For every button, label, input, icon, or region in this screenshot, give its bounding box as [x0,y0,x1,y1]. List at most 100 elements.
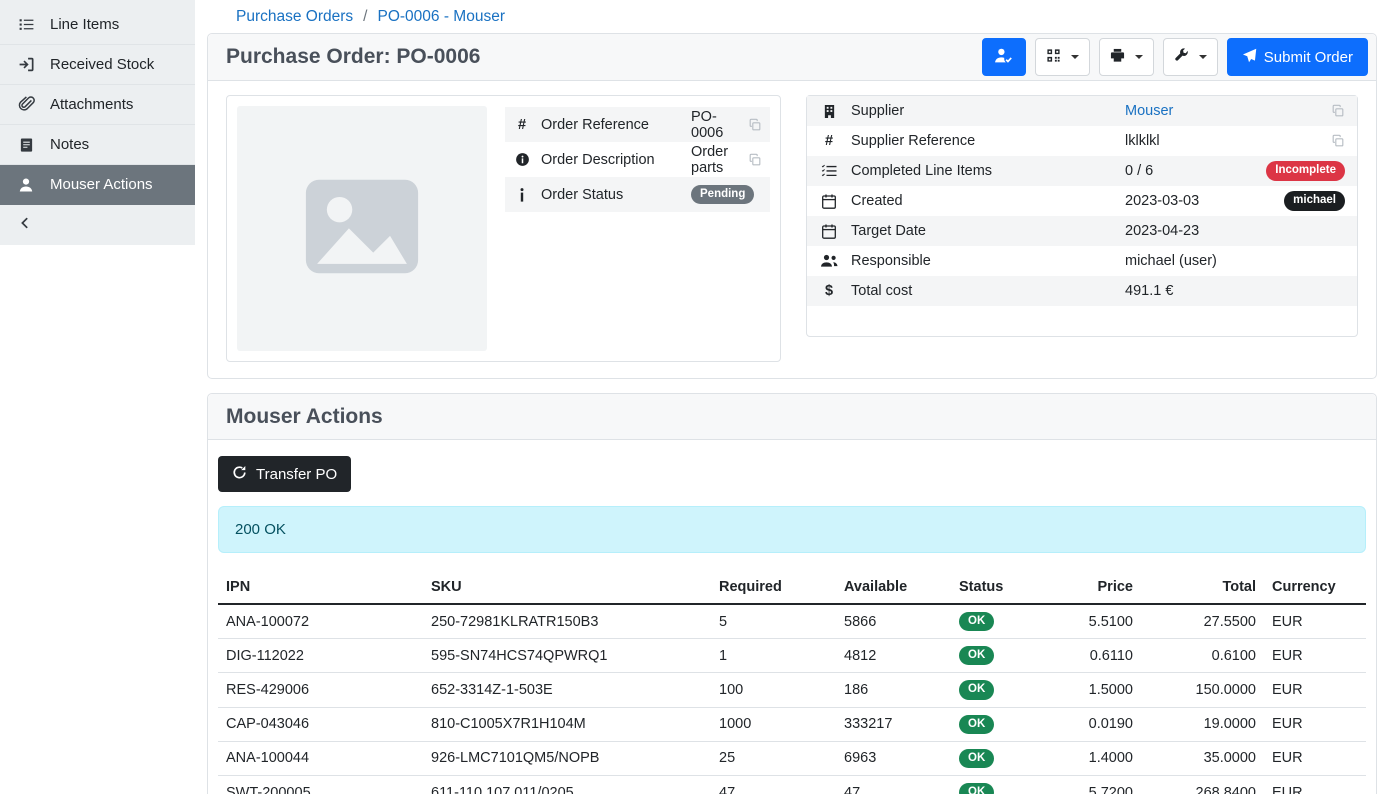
cell-price: 1.5000 [1051,673,1141,707]
detail-label: Target Date [851,223,1113,239]
cell-currency: EUR [1264,741,1366,775]
copy-button[interactable] [1331,134,1345,148]
info-icon [513,188,531,202]
copy-button[interactable] [1331,104,1345,118]
part-image-placeholder[interactable] [237,106,487,351]
detail-row-order-reference: # Order Reference PO-0006 [505,107,770,142]
users-icon [819,254,839,268]
column-header-status: Status [951,571,1051,604]
cell-required: 5 [711,604,836,639]
cell-price: 0.6110 [1051,639,1141,673]
cell-total: 150.0000 [1141,673,1264,707]
purchase-order-panel: Purchase Order: PO-0006 [207,33,1377,379]
cell-sku: 810-C1005X7R1H104M [423,707,711,741]
list-check-icon [819,164,839,178]
cell-ipn: SWT-200005 [218,776,423,794]
cell-available: 333217 [836,707,951,741]
detail-value: 0 / 6 [1125,163,1254,179]
detail-label: Total cost [851,283,1113,299]
detail-row-order-status: Order Status Pending [505,177,770,212]
cell-available: 6963 [836,741,951,775]
detail-value: Pending [691,185,762,204]
paper-plane-icon [1242,48,1257,67]
status-alert: 200 OK [218,506,1366,553]
actions-menu-button[interactable] [1163,38,1218,76]
cell-available: 186 [836,673,951,707]
sidebar-item-received-stock[interactable]: Received Stock [0,45,195,85]
ok-badge: OK [959,783,994,794]
breadcrumb-link-purchase-orders[interactable]: Purchase Orders [236,8,353,26]
printer-icon [1110,48,1125,67]
user-roles-button[interactable] [982,38,1026,76]
cell-currency: EUR [1264,604,1366,639]
list-icon [16,16,36,33]
cell-available: 5866 [836,604,951,639]
supplier-link[interactable]: Mouser [1125,103,1173,119]
building-icon [819,104,839,119]
sidebar-item-notes[interactable]: Notes [0,125,195,165]
detail-value: 2023-03-03 [1125,193,1272,209]
column-header-price: Price [1051,571,1141,604]
sign-in-icon [16,56,36,73]
refresh-icon [232,465,247,484]
detail-value: michael (user) [1125,253,1345,269]
cell-total: 35.0000 [1141,741,1264,775]
detail-value: lklklkl [1125,133,1319,149]
cell-required: 100 [711,673,836,707]
cell-status: OK [951,673,1051,707]
column-header-total: Total [1141,571,1264,604]
cell-total: 268.8400 [1141,776,1264,794]
detail-row-supplier: Supplier Mouser [807,96,1357,126]
detail-value: 2023-04-23 [1125,223,1345,239]
cell-price: 5.7200 [1051,776,1141,794]
mouser-results-table: IPN SKU Required Available Status Price … [218,571,1366,794]
sidebar-item-label: Notes [50,136,89,153]
submit-order-label: Submit Order [1264,49,1353,66]
barcode-menu-button[interactable] [1035,38,1090,76]
detail-label: Supplier Reference [851,133,1113,149]
cell-total: 27.5500 [1141,604,1264,639]
detail-label: Order Description [541,152,681,168]
order-toolbar: Submit Order [982,38,1368,76]
sidebar-collapse-button[interactable] [0,205,195,245]
cell-price: 0.0190 [1051,707,1141,741]
cell-currency: EUR [1264,639,1366,673]
detail-value: Mouser [1125,103,1319,119]
ok-badge: OK [959,749,994,768]
detail-value: PO-0006 [691,109,738,141]
detail-row-order-description: Order Description Order parts [505,142,770,177]
cell-status: OK [951,639,1051,673]
print-menu-button[interactable] [1099,38,1154,76]
barcode-icon [1046,48,1061,67]
hash-icon: # [513,117,531,133]
user-check-icon [994,47,1013,68]
table-row: DIG-112022 595-SN74HCS74QPWRQ1 1 4812 OK… [218,639,1366,673]
breadcrumb-link-current-order[interactable]: PO-0006 - Mouser [377,8,505,26]
sidebar-item-mouser-actions[interactable]: Mouser Actions [0,165,195,205]
copy-button[interactable] [748,118,762,132]
cell-currency: EUR [1264,776,1366,794]
submit-order-button[interactable]: Submit Order [1227,38,1368,76]
info-circle-icon [513,152,531,167]
mouser-actions-panel-body: Transfer PO 200 OK IPN SKU Required Avai… [208,440,1376,794]
note-icon [16,137,36,153]
column-header-required: Required [711,571,836,604]
sidebar-item-line-items[interactable]: Line Items [0,5,195,45]
cell-status: OK [951,707,1051,741]
incomplete-badge: Incomplete [1266,161,1345,180]
sidebar-item-attachments[interactable]: Attachments [0,85,195,125]
transfer-po-button[interactable]: Transfer PO [218,456,351,492]
detail-label: Completed Line Items [851,163,1113,179]
column-header-sku: SKU [423,571,711,604]
cell-currency: EUR [1264,673,1366,707]
cell-price: 5.5100 [1051,604,1141,639]
cell-sku: 926-LMC7101QM5/NOPB [423,741,711,775]
cell-ipn: ANA-100044 [218,741,423,775]
table-row: ANA-100072 250-72981KLRATR150B3 5 5866 O… [218,604,1366,639]
mouser-actions-title: Mouser Actions [226,405,383,429]
cell-status: OK [951,776,1051,794]
mouser-actions-panel: Mouser Actions Transfer PO 200 OK IPN S [207,393,1377,794]
cell-total: 0.6100 [1141,639,1264,673]
copy-button[interactable] [748,153,762,167]
detail-label: Order Status [541,187,681,203]
